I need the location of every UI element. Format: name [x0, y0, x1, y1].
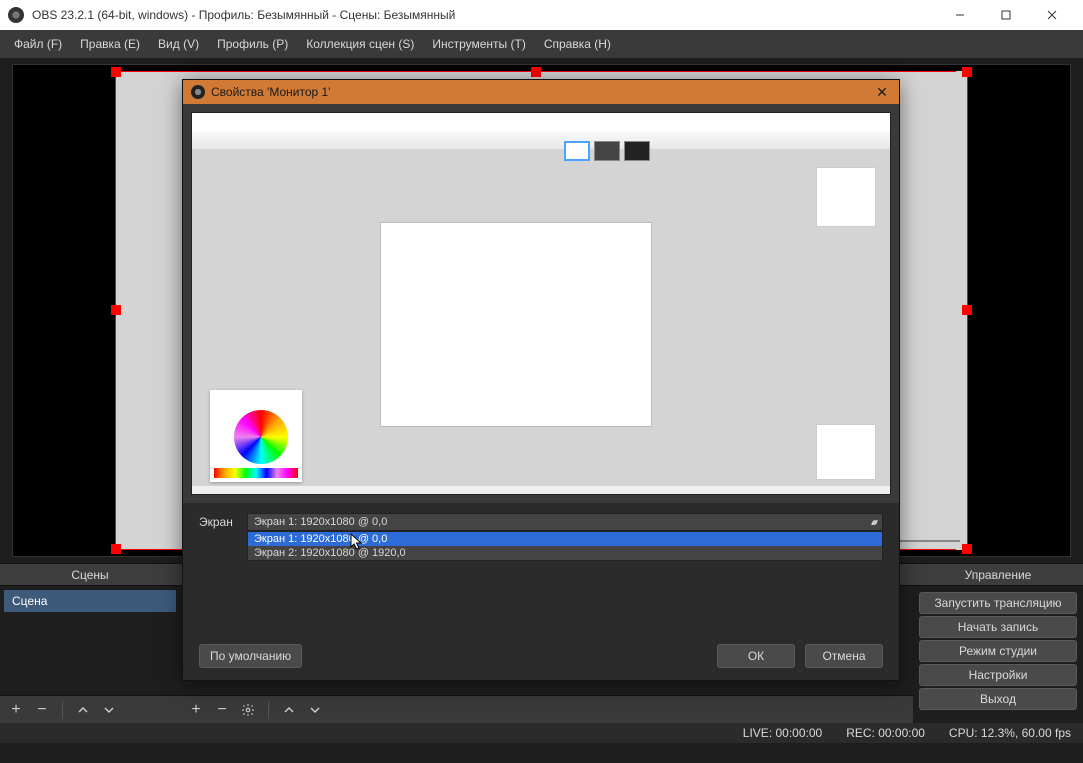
- window-titlebar: OBS 23.2.1 (64-bit, windows) - Профиль: …: [0, 0, 1083, 30]
- preview-app-statusbar: [192, 486, 890, 494]
- resize-handle-tr[interactable]: [962, 67, 972, 77]
- transitions-panel-header: [903, 564, 913, 586]
- status-rec: REC: 00:00:00: [846, 726, 925, 740]
- cancel-button[interactable]: Отмена: [805, 644, 883, 668]
- window-maximize-button[interactable]: [983, 0, 1029, 30]
- screen-select-value: Экран 1: 1920x1080 @ 0,0: [254, 514, 387, 530]
- add-source-button[interactable]: +: [186, 700, 206, 720]
- defaults-button[interactable]: По умолчанию: [199, 644, 302, 668]
- transitions-body: [903, 586, 913, 695]
- studio-mode-button[interactable]: Режим студии: [919, 640, 1077, 662]
- colors-palette-window: [210, 390, 302, 482]
- scene-item[interactable]: Сцена: [4, 590, 176, 612]
- transitions-panel: [903, 563, 913, 723]
- dialog-button-row: По умолчанию OК Отмена: [183, 632, 899, 680]
- dialog-close-button[interactable]: ✕: [873, 83, 891, 101]
- color-wheel-icon: [234, 410, 288, 464]
- chevron-updown-icon: ▴▾: [871, 514, 876, 530]
- scenes-panel-header: Сцены: [0, 564, 180, 586]
- scene-move-up-button[interactable]: [73, 700, 93, 720]
- obs-logo-icon: [8, 7, 24, 23]
- status-bar: LIVE: 00:00:00 REC: 00:00:00 CPU: 12.3%,…: [0, 723, 1083, 743]
- controls-panel: Управление Запустить трансляцию Начать з…: [913, 563, 1083, 723]
- source-properties-button[interactable]: [238, 700, 258, 720]
- screen-option-1[interactable]: Экран 1: 1920x1080 @ 0,0: [248, 532, 882, 546]
- exit-button[interactable]: Выход: [919, 688, 1077, 710]
- scene-move-down-button[interactable]: [99, 700, 119, 720]
- window-close-button[interactable]: [1029, 0, 1075, 30]
- preview-app-menubar: [192, 113, 890, 131]
- thumbnail: [594, 141, 620, 161]
- history-window: [816, 167, 876, 227]
- ok-button[interactable]: OК: [717, 644, 795, 668]
- window-minimize-button[interactable]: [937, 0, 983, 30]
- scenes-list[interactable]: Сцена: [0, 586, 180, 695]
- menu-view[interactable]: Вид (V): [150, 33, 207, 55]
- dialog-controls-area: Экран Экран 1: 1920x1080 @ 0,0 ▴▾ Экран …: [183, 503, 899, 632]
- preview-canvas-area: [380, 222, 652, 427]
- menu-scene-collection[interactable]: Коллекция сцен (S): [298, 33, 422, 55]
- thumbnail: [564, 141, 590, 161]
- controls-body: Запустить трансляцию Начать запись Режим…: [913, 586, 1083, 723]
- status-cpu: CPU: 12.3%, 60.00 fps: [949, 726, 1071, 740]
- source-properties-dialog: Свойства 'Монитор 1' ✕ Э: [182, 79, 900, 681]
- dialog-title-text: Свойства 'Монитор 1': [211, 85, 330, 99]
- separator: [62, 701, 63, 719]
- start-streaming-button[interactable]: Запустить трансляцию: [919, 592, 1077, 614]
- resize-handle-br[interactable]: [962, 544, 972, 554]
- menu-edit[interactable]: Правка (E): [72, 33, 148, 55]
- add-scene-button[interactable]: +: [6, 700, 26, 720]
- separator: [268, 701, 269, 719]
- screen-option-2[interactable]: Экран 2: 1920x1080 @ 1920,0: [248, 546, 882, 560]
- resize-handle-tl[interactable]: [111, 67, 121, 77]
- main-menubar: Файл (F) Правка (E) Вид (V) Профиль (P) …: [0, 30, 1083, 58]
- dialog-preview-wrap: [183, 104, 899, 503]
- source-move-down-button[interactable]: [305, 700, 325, 720]
- start-recording-button[interactable]: Начать запись: [919, 616, 1077, 638]
- layers-window: [816, 424, 876, 480]
- scenes-panel: Сцены Сцена + −: [0, 563, 180, 723]
- obs-logo-icon: [191, 85, 205, 99]
- resize-handle-bl[interactable]: [111, 544, 121, 554]
- screen-select-label: Экран: [199, 513, 239, 529]
- window-title: OBS 23.2.1 (64-bit, windows) - Профиль: …: [32, 8, 937, 22]
- preview-zoom-slider[interactable]: [900, 540, 960, 542]
- screen-select[interactable]: Экран 1: 1920x1080 @ 0,0 ▴▾: [247, 513, 883, 531]
- menu-profile[interactable]: Профиль (P): [209, 33, 296, 55]
- color-strip: [214, 468, 298, 478]
- menu-help[interactable]: Справка (H): [536, 33, 619, 55]
- settings-button[interactable]: Настройки: [919, 664, 1077, 686]
- mixer-footer: [370, 695, 903, 723]
- status-live: LIVE: 00:00:00: [743, 726, 822, 740]
- resize-handle-ml[interactable]: [111, 305, 121, 315]
- dialog-preview: [191, 112, 891, 495]
- resize-handle-tc[interactable]: [531, 67, 541, 77]
- thumbnail-row: [564, 141, 650, 161]
- controls-panel-header: Управление: [913, 564, 1083, 586]
- menu-tools[interactable]: Инструменты (T): [424, 33, 533, 55]
- menu-file[interactable]: Файл (F): [6, 33, 70, 55]
- remove-scene-button[interactable]: −: [32, 700, 52, 720]
- resize-handle-mr[interactable]: [962, 305, 972, 315]
- thumbnail: [624, 141, 650, 161]
- preview-app-toolbar: [192, 131, 890, 149]
- screen-select-dropdown[interactable]: Экран 1: 1920x1080 @ 0,0 Экран 2: 1920x1…: [247, 531, 883, 561]
- remove-source-button[interactable]: −: [212, 700, 232, 720]
- dialog-titlebar[interactable]: Свойства 'Монитор 1' ✕: [183, 80, 899, 104]
- source-move-up-button[interactable]: [279, 700, 299, 720]
